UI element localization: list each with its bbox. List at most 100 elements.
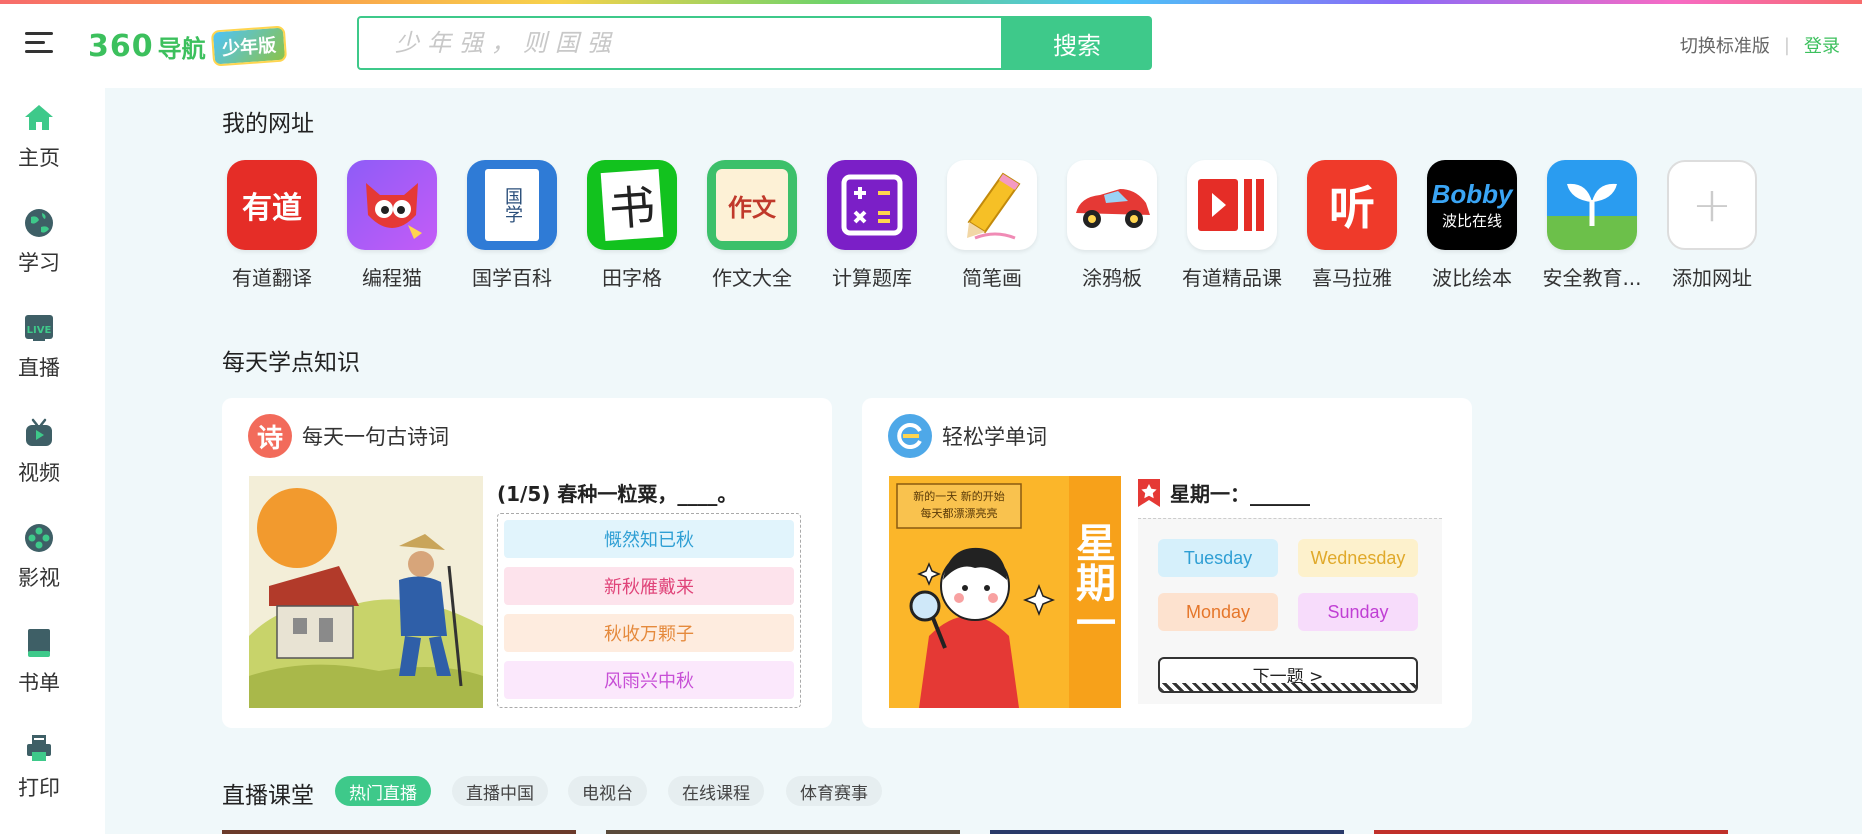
- sidebar-item-books[interactable]: 书单: [0, 613, 78, 711]
- sidebar-item-label: 视频: [18, 461, 60, 485]
- my-sites-title: 我的网址: [222, 111, 314, 137]
- search-button[interactable]: 搜索: [1002, 16, 1152, 70]
- sidebar-item-home[interactable]: 主页: [0, 88, 78, 186]
- sidebar-item-study[interactable]: 学习: [0, 193, 78, 291]
- poem-question: (1/5) 春种一粒粟，____。: [497, 482, 738, 506]
- live-thumbnail[interactable]: [990, 830, 1344, 834]
- poem-option[interactable]: 慨然知已秋: [504, 520, 794, 558]
- site-label: 国学百科: [472, 266, 552, 290]
- sidebar-item-label: 学习: [18, 251, 60, 275]
- globe-icon: [23, 207, 55, 239]
- poem-card: 诗 每天一句古诗词 (1/5) 春种一粒粟，____。 慨然知已秋 新秋雁戴来 …: [222, 398, 832, 728]
- live-thumbnail[interactable]: [1374, 830, 1728, 834]
- site-ximalaya[interactable]: 听 喜马拉雅: [1302, 160, 1402, 291]
- site-guoxue[interactable]: 国学 国学百科: [462, 160, 562, 291]
- tab-online-courses[interactable]: 在线课程: [668, 776, 764, 806]
- word-option[interactable]: Tuesday: [1158, 539, 1278, 577]
- weekday-illustration: 新的一天 新的开始 每天都漂漂亮亮 星期一: [889, 476, 1121, 708]
- login-link[interactable]: 登录: [1804, 32, 1840, 58]
- search-input[interactable]: [359, 18, 1001, 68]
- site-bobby-books[interactable]: Bobby 波比在线 波比绘本: [1422, 160, 1522, 291]
- poem-card-header: 诗 每天一句古诗词: [248, 414, 449, 458]
- bookmark-star-icon: [1138, 478, 1160, 507]
- tab-hot-live[interactable]: 热门直播: [335, 776, 431, 806]
- poem-card-title[interactable]: 每天一句古诗词: [302, 421, 449, 451]
- pencil-icon: [947, 160, 1037, 250]
- poem-option[interactable]: 秋收万颗子: [504, 614, 794, 652]
- poem-illustration: [249, 476, 483, 708]
- banner-line-2: 每天都漂漂亮亮: [920, 507, 998, 520]
- tab-tv-station[interactable]: 电视台: [568, 776, 647, 806]
- word-options-panel: Tuesday Wednesday Monday Sunday 下一题 >: [1138, 518, 1442, 704]
- switch-standard-link[interactable]: 切换标准版: [1680, 32, 1770, 58]
- sidebar-item-movies[interactable]: 影视: [0, 508, 78, 606]
- sidebar-item-label: 主页: [18, 146, 60, 170]
- site-add-url[interactable]: + 添加网址: [1662, 160, 1762, 291]
- site-codemao[interactable]: 编程猫: [342, 160, 442, 291]
- essay-icon: 作文: [707, 160, 797, 250]
- search-box: [357, 16, 1003, 70]
- sidebar-item-label: 打印: [18, 776, 60, 800]
- printer-icon: [23, 732, 55, 764]
- sidebar-item-video[interactable]: 视频: [0, 403, 78, 501]
- next-question-button[interactable]: 下一题 >: [1158, 657, 1418, 693]
- words-card-title[interactable]: 轻松学单词: [942, 421, 1047, 451]
- tab-sports[interactable]: 体育赛事: [786, 776, 882, 806]
- banner-weekday: 星期一: [1069, 522, 1115, 642]
- codemao-icon: [347, 160, 437, 250]
- sidebar-item-print[interactable]: 打印: [0, 718, 78, 816]
- logo[interactable]: 360 导航 少年版: [88, 25, 287, 67]
- site-youdao-course[interactable]: 有道精品课: [1182, 160, 1282, 291]
- site-label: 涂鸦板: [1082, 266, 1142, 290]
- poem-option[interactable]: 新秋雁戴来: [504, 567, 794, 605]
- live-thumbnail[interactable]: [606, 830, 960, 834]
- daily-title: 每天学点知识: [222, 350, 360, 376]
- site-label: 添加网址: [1672, 266, 1752, 290]
- word-option[interactable]: Sunday: [1298, 593, 1418, 631]
- header: 360 导航 少年版 搜索 切换标准版 | 登录: [0, 4, 1862, 88]
- site-doodle[interactable]: 涂鸦板: [1062, 160, 1162, 291]
- sprout-icon: [1547, 160, 1637, 250]
- logo-360: 360: [88, 28, 154, 64]
- film-icon: [23, 522, 55, 554]
- site-label: 有道翻译: [232, 266, 312, 290]
- site-tianzige[interactable]: 书 田字格: [582, 160, 682, 291]
- site-label: 作文大全: [712, 266, 792, 290]
- sidebar-item-live[interactable]: LIVE 直播: [0, 298, 78, 396]
- tab-live-china[interactable]: 直播中国: [452, 776, 548, 806]
- tianzige-icon: 书: [587, 160, 677, 250]
- words-card-header: 轻松学单词: [888, 414, 1047, 458]
- site-drawing[interactable]: 简笔画: [942, 160, 1042, 291]
- live-icon: LIVE: [23, 312, 55, 344]
- poem-options: 慨然知已秋 新秋雁戴来 秋收万颗子 风雨兴中秋: [497, 513, 801, 708]
- sidebar-item-label: 书单: [18, 671, 60, 695]
- youdao-translate-icon: 有道: [227, 160, 317, 250]
- poem-badge-icon: 诗: [248, 414, 292, 458]
- site-label: 安全教育...: [1542, 266, 1642, 290]
- site-essay[interactable]: 作文 作文大全: [702, 160, 802, 291]
- word-option[interactable]: Monday: [1158, 593, 1278, 631]
- site-safety-edu[interactable]: 安全教育...: [1542, 160, 1642, 291]
- add-icon: +: [1667, 160, 1757, 250]
- poem-option[interactable]: 风雨兴中秋: [504, 661, 794, 699]
- word-question-text: 星期一：______: [1170, 482, 1310, 506]
- site-math-bank[interactable]: 计算题库: [822, 160, 922, 291]
- words-card: 轻松学单词 新的一天 新的开始 每天都漂漂亮亮 星期一 星期一：______ T…: [862, 398, 1472, 728]
- site-label: 简笔画: [962, 266, 1022, 290]
- logo-kid-badge: 少年版: [210, 25, 287, 67]
- play-slides-icon: [1187, 160, 1277, 250]
- word-option[interactable]: Wednesday: [1298, 539, 1418, 577]
- banner-line-1: 新的一天 新的开始: [913, 490, 1005, 503]
- live-thumbnail[interactable]: [222, 830, 576, 834]
- menu-icon[interactable]: [25, 32, 53, 58]
- site-youdao-translate[interactable]: 有道 有道翻译: [222, 160, 322, 291]
- ximalaya-listen-icon: 听: [1307, 160, 1397, 250]
- book-icon: [23, 627, 55, 659]
- site-label: 计算题库: [832, 266, 912, 290]
- sidebar: 主页 学习 LIVE 直播 视频 影视 书单 打印: [0, 88, 105, 834]
- race-car-icon: [1067, 160, 1157, 250]
- sidebar-item-label: 影视: [18, 566, 60, 590]
- tv-icon: [23, 417, 55, 449]
- words-badge-icon: [888, 414, 932, 458]
- logo-nav: 导航: [157, 34, 206, 63]
